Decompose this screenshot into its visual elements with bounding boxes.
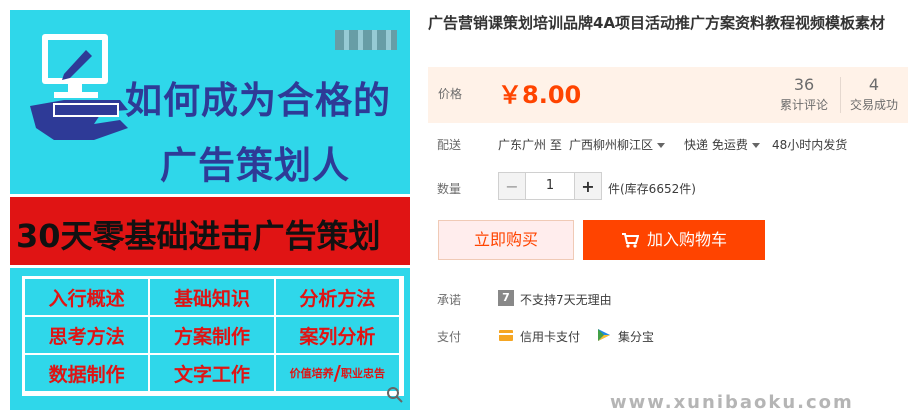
ship-time: 48小时内发货	[772, 138, 848, 152]
shipping-method[interactable]: 快递 免运费	[684, 136, 760, 153]
shipping-from: 广东广州 至	[498, 138, 562, 152]
payment-label: 支付	[437, 330, 462, 344]
topic-grid: 入行概述 基础知识 分析方法 思考方法 方案制作 案列分析 数据制作 文字工作 …	[22, 276, 404, 396]
price-panel: 价格 ￥8.00 36 累计评论 4 交易成功	[428, 67, 908, 123]
topic-cell: 案列分析	[275, 317, 401, 355]
topic-cell: 文字工作	[150, 355, 276, 393]
payment-method-jifenbao: 集分宝	[618, 330, 655, 344]
reviews-stat[interactable]: 36 累计评论	[780, 75, 828, 113]
sold-stat: 4 交易成功	[850, 75, 898, 113]
topic-cell: 方案制作	[150, 317, 276, 355]
topic-last-c: 职业忠告	[340, 367, 385, 380]
blurred-label	[335, 30, 397, 50]
topic-cell: 分析方法	[275, 279, 401, 317]
chevron-down-icon	[751, 143, 760, 148]
stat-divider	[840, 77, 841, 113]
quantity-stepper: − 1 +	[498, 172, 602, 200]
add-to-cart-button[interactable]: 加入购物车	[583, 220, 765, 260]
topic-cell-last: 价值培养 / 职业忠告	[275, 355, 401, 393]
price-value: ￥8.00	[498, 81, 582, 109]
zoom-icon[interactable]	[386, 386, 404, 404]
promise-text[interactable]: 不支持7天无理由	[520, 291, 612, 308]
topic-last-b: /	[333, 361, 341, 385]
topic-cell: 入行概述	[25, 279, 151, 317]
price-label: 价格	[438, 87, 463, 101]
topic-cell: 基础知识	[150, 279, 276, 317]
shipping-destination-text: 广西柳州柳江区	[569, 138, 654, 152]
topic-cell: 思考方法	[25, 317, 151, 355]
no-return-badge-icon: 7	[498, 290, 514, 306]
computer-hand-illustration	[30, 34, 128, 140]
cart-icon	[621, 233, 640, 248]
image-headline-2: 广告策划人	[160, 144, 350, 187]
sold-label: 交易成功	[850, 98, 899, 112]
credit-card-icon	[499, 330, 513, 341]
shipping-method-text: 快递 免运费	[684, 138, 748, 152]
payment-method-credit: 信用卡支付	[520, 330, 581, 344]
image-headline-1: 如何成为合格的	[125, 79, 391, 122]
reviews-label: 累计评论	[780, 98, 829, 112]
stock-text: 件(库存6652件)	[608, 182, 696, 196]
topic-last-a: 价值培养	[289, 367, 334, 380]
add-to-cart-label: 加入购物车	[646, 230, 727, 249]
shipping-label: 配送	[437, 138, 462, 152]
site-watermark: www.xunibaoku.com	[610, 392, 854, 413]
topic-cell: 数据制作	[25, 355, 151, 393]
reviews-count: 36	[793, 75, 815, 94]
product-main-image[interactable]: 如何成为合格的 广告策划人 30天零基础进击广告策划 入行概述 基础知识 分析方…	[10, 10, 410, 410]
quantity-label: 数量	[437, 182, 462, 196]
sold-count: 4	[868, 75, 880, 94]
decrease-button[interactable]: −	[499, 173, 525, 199]
shipping-destination[interactable]: 广西柳州柳江区	[569, 136, 666, 153]
quantity-input[interactable]: 1	[525, 173, 575, 199]
chevron-down-icon	[657, 143, 666, 148]
image-banner: 30天零基础进击广告策划	[10, 194, 410, 268]
buy-now-button[interactable]: 立即购买	[438, 220, 574, 260]
promise-label: 承诺	[437, 293, 462, 307]
jifenbao-icon	[598, 329, 610, 341]
product-title: 广告营销课策划培训品牌4A项目活动推广方案资料教程视频模板素材	[428, 14, 886, 32]
image-banner-text: 30天零基础进击广告策划	[16, 217, 381, 255]
increase-button[interactable]: +	[575, 173, 601, 199]
